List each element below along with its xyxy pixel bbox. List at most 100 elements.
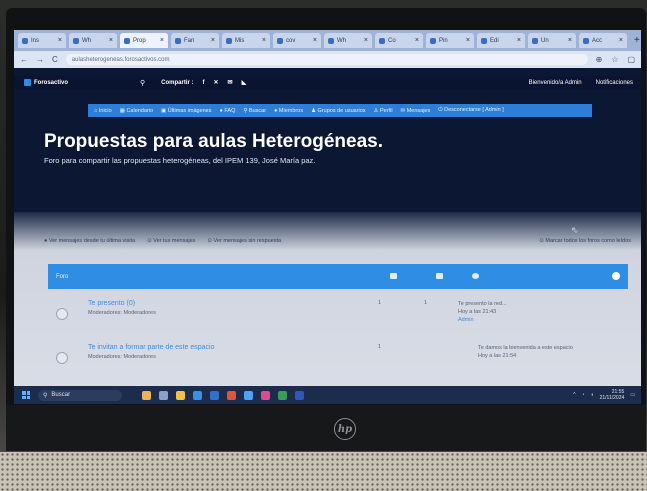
word-icon[interactable] <box>295 390 304 400</box>
notification-center-icon[interactable]: ▭ <box>630 392 635 398</box>
search-icon[interactable]: ⚲ <box>140 79 145 87</box>
category-name[interactable]: Foro <box>56 274 68 280</box>
mark-all-read-link[interactable]: ⊙ Marcar todos los foros como leídos <box>539 238 631 244</box>
taskbar-clock[interactable]: 21:55 21/11/2024 <box>600 389 625 401</box>
app-icon[interactable] <box>244 390 253 400</box>
forum-title-link[interactable]: Te presento (0) <box>88 300 135 307</box>
taskbar-apps <box>142 390 304 400</box>
posts-column-icon <box>436 273 443 279</box>
category-header: Foro <box>48 264 628 289</box>
file-explorer-icon[interactable] <box>176 390 185 400</box>
back-icon[interactable]: ← <box>20 55 28 64</box>
wifi-icon[interactable]: ◔ <box>582 392 585 398</box>
app-icon[interactable] <box>261 390 270 400</box>
bookmark-star-icon[interactable]: ☆ <box>611 55 618 64</box>
welcome-link[interactable]: Bienvenido/a Admin <box>529 80 582 86</box>
taskbar-search-input[interactable]: ⚲ Buscar <box>38 389 122 401</box>
menu-label: Grupos de usuarios <box>317 107 366 114</box>
store-icon[interactable] <box>210 390 219 400</box>
menu-buscar[interactable]: ⚲ Buscar <box>243 108 266 114</box>
last-post-link[interactable]: Te presento la red... <box>458 300 507 308</box>
last-post-link[interactable]: Te damos la bienvenida a este espacio <box>478 344 573 352</box>
forum-row: Te invitan a formar parte de este espaci… <box>48 340 628 374</box>
forum-last-post: Te presento la red... Hoy a las 21:43 Ad… <box>458 300 507 324</box>
close-tab-icon[interactable]: × <box>160 37 164 44</box>
menu-label: Inicio <box>98 107 112 114</box>
whatsapp-icon <box>328 37 334 44</box>
last-post-date: Hoy a las 21:54 <box>478 353 517 359</box>
menu-inicio[interactable]: ⌂ Inicio <box>94 108 112 114</box>
browser-tab[interactable]: Mis × <box>222 33 270 48</box>
notifications-link[interactable]: Notificaciones <box>596 80 633 86</box>
close-tab-icon[interactable]: × <box>415 37 419 44</box>
twitter-icon[interactable]: ✕ <box>214 79 219 86</box>
browser-tab[interactable]: Prop × <box>120 33 168 48</box>
rss-icon[interactable]: ◣ <box>242 79 247 86</box>
browser-tab-label: Mis <box>235 37 245 44</box>
email-icon[interactable]: ✉ <box>228 79 233 86</box>
windows-start-icon[interactable] <box>22 391 30 399</box>
browser-tab[interactable]: cov × <box>273 33 321 48</box>
menu-faq[interactable]: ● FAQ <box>220 108 236 114</box>
close-tab-icon[interactable]: × <box>109 37 113 44</box>
menu-grupos[interactable]: ♟ Grupos de usuarios <box>311 108 365 114</box>
task-view-icon[interactable] <box>159 390 168 400</box>
menu-desconectarse[interactable]: ⏻ Desconectarse [ Admin ] <box>438 107 504 114</box>
menu-miembros[interactable]: ● Miembros <box>274 108 303 114</box>
browser-tab[interactable]: Co × <box>375 33 423 48</box>
close-tab-icon[interactable]: × <box>364 37 368 44</box>
address-bar: ← → C aulasheterogeneas.forosactivos.com… <box>14 51 641 68</box>
extensions-icon[interactable]: ▢ <box>627 55 635 64</box>
volume-icon[interactable]: ◖ <box>591 392 594 398</box>
close-tab-icon[interactable]: × <box>211 37 215 44</box>
edge-icon[interactable] <box>193 390 202 400</box>
browser-tab[interactable]: Acc × <box>579 33 627 48</box>
laptop-keyboard-grille <box>0 452 647 491</box>
close-tab-icon[interactable]: × <box>619 37 623 44</box>
menu-ultimas-imagenes[interactable]: ▣ Últimas imágenes <box>161 108 211 114</box>
filter-your-posts[interactable]: ⊙ Ver tus mensajes <box>147 238 195 244</box>
close-tab-icon[interactable]: × <box>568 37 572 44</box>
collapse-category-icon[interactable] <box>612 272 620 280</box>
close-tab-icon[interactable]: × <box>262 37 266 44</box>
menu-label: Perfil <box>380 107 393 114</box>
close-tab-icon[interactable]: × <box>466 37 470 44</box>
tray-chevron-icon[interactable]: ^ <box>573 392 575 398</box>
menu-calendario[interactable]: ▦ Calendario <box>120 108 153 114</box>
browser-tab[interactable]: Fan × <box>171 33 219 48</box>
close-tab-icon[interactable]: × <box>517 37 521 44</box>
menu-perfil[interactable]: ♙ Perfil <box>374 108 393 114</box>
facebook-icon[interactable]: f <box>203 80 205 86</box>
browser-tab[interactable]: Pin × <box>426 33 474 48</box>
zoom-icon[interactable]: ⊕ <box>596 55 603 64</box>
page-icon <box>226 37 232 44</box>
url-input[interactable]: aulasheterogeneas.forosactivos.com <box>65 54 588 65</box>
reload-icon[interactable]: C <box>52 55 58 64</box>
filter-label: Ver mensajes desde tu última visita <box>48 238 136 244</box>
close-tab-icon[interactable]: × <box>58 37 62 44</box>
browser-tab[interactable]: Wh × <box>69 33 117 48</box>
new-tab-button[interactable]: + <box>630 35 641 46</box>
browser-tab-label: Wh <box>337 37 346 44</box>
forosactivo-logo-icon <box>24 79 31 86</box>
forum-brand[interactable]: Forosactivo <box>24 79 68 86</box>
menu-mensajes[interactable]: ✉ Mensajes <box>401 108 431 114</box>
last-post-user[interactable]: Admin <box>458 316 507 324</box>
forward-icon[interactable]: → <box>36 55 44 64</box>
forum-title-link[interactable]: Te invitan a formar parte de este espaci… <box>88 344 214 351</box>
filter-label: Ver tus mensajes <box>153 238 196 244</box>
close-tab-icon[interactable]: × <box>313 37 317 44</box>
widgets-icon[interactable] <box>142 390 151 400</box>
clock-date: 21/11/2024 <box>599 395 625 401</box>
browser-tab[interactable]: Wh × <box>324 33 372 48</box>
browser-tab[interactable]: Edi × <box>477 33 525 48</box>
monitor-chin <box>6 405 646 451</box>
app-icon[interactable] <box>278 390 287 400</box>
browser-tab[interactable]: Ins × <box>18 33 66 48</box>
forum-topics-count: 1 <box>378 300 382 306</box>
browser-tab[interactable]: Un × <box>528 33 576 48</box>
filter-new-since-visit[interactable]: ● Ver mensajes desde tu última visita <box>44 238 135 244</box>
filter-unanswered[interactable]: ⊙ Ver mensajes sin respuesta <box>207 238 281 244</box>
chrome-icon[interactable] <box>227 390 236 400</box>
browser-tab-label: Pin <box>439 37 448 44</box>
